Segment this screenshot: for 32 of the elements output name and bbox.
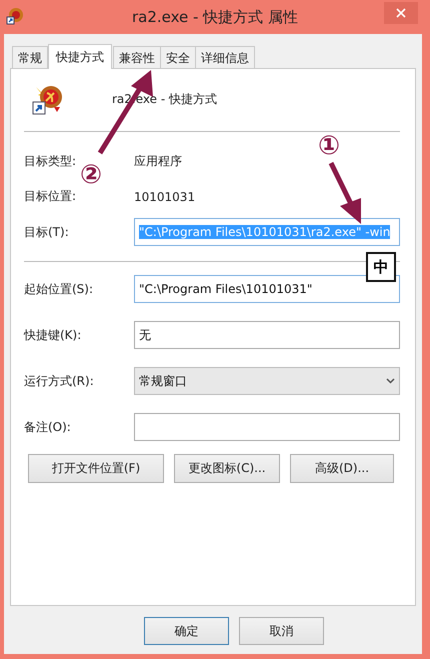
action-button[interactable]: 高级(D)...	[290, 454, 394, 483]
field-label: 目标(T):	[24, 224, 70, 240]
window-title: ra2.exe - 快捷方式 属性	[132, 8, 298, 26]
annotation-number: ①	[318, 133, 340, 159]
info-label: 目标位置:	[24, 188, 78, 205]
input-field[interactable]: "C:\Program Files\10101031"	[134, 275, 400, 303]
tab[interactable]: 兼容性	[113, 46, 161, 68]
field-label: 备注(O):	[24, 418, 72, 436]
info-value: 应用程序	[134, 153, 182, 170]
dropdown[interactable]: 常规窗口	[134, 367, 400, 395]
field-label: 运行方式(R):	[24, 372, 95, 390]
close-button[interactable]	[384, 2, 418, 24]
dialog-button[interactable]: 确定	[144, 617, 229, 645]
tab[interactable]: 详细信息	[195, 46, 255, 68]
input-field[interactable]: 无	[134, 321, 400, 349]
tab[interactable]: 快捷方式	[48, 44, 112, 69]
field-label: 快捷键(K):	[24, 326, 82, 344]
field-label: 起始位置(S):	[24, 280, 94, 298]
tab[interactable]: 常规	[12, 46, 48, 68]
info-label: 目标类型:	[24, 153, 78, 170]
ime-indicator: 中	[366, 252, 396, 282]
action-button[interactable]: 更改图标(C)...	[174, 454, 280, 483]
annotation-number: ②	[80, 162, 102, 188]
input-field[interactable]	[134, 413, 400, 441]
close-icon	[396, 8, 406, 18]
action-button[interactable]: 打开文件位置(F)	[28, 454, 164, 483]
info-value: 10101031	[134, 190, 196, 204]
app-icon	[6, 7, 24, 25]
shortcut-icon	[32, 83, 64, 115]
dialog-button[interactable]: 取消	[239, 617, 324, 645]
annotation-arrow	[328, 162, 361, 224]
chevron-down-icon	[386, 378, 395, 384]
